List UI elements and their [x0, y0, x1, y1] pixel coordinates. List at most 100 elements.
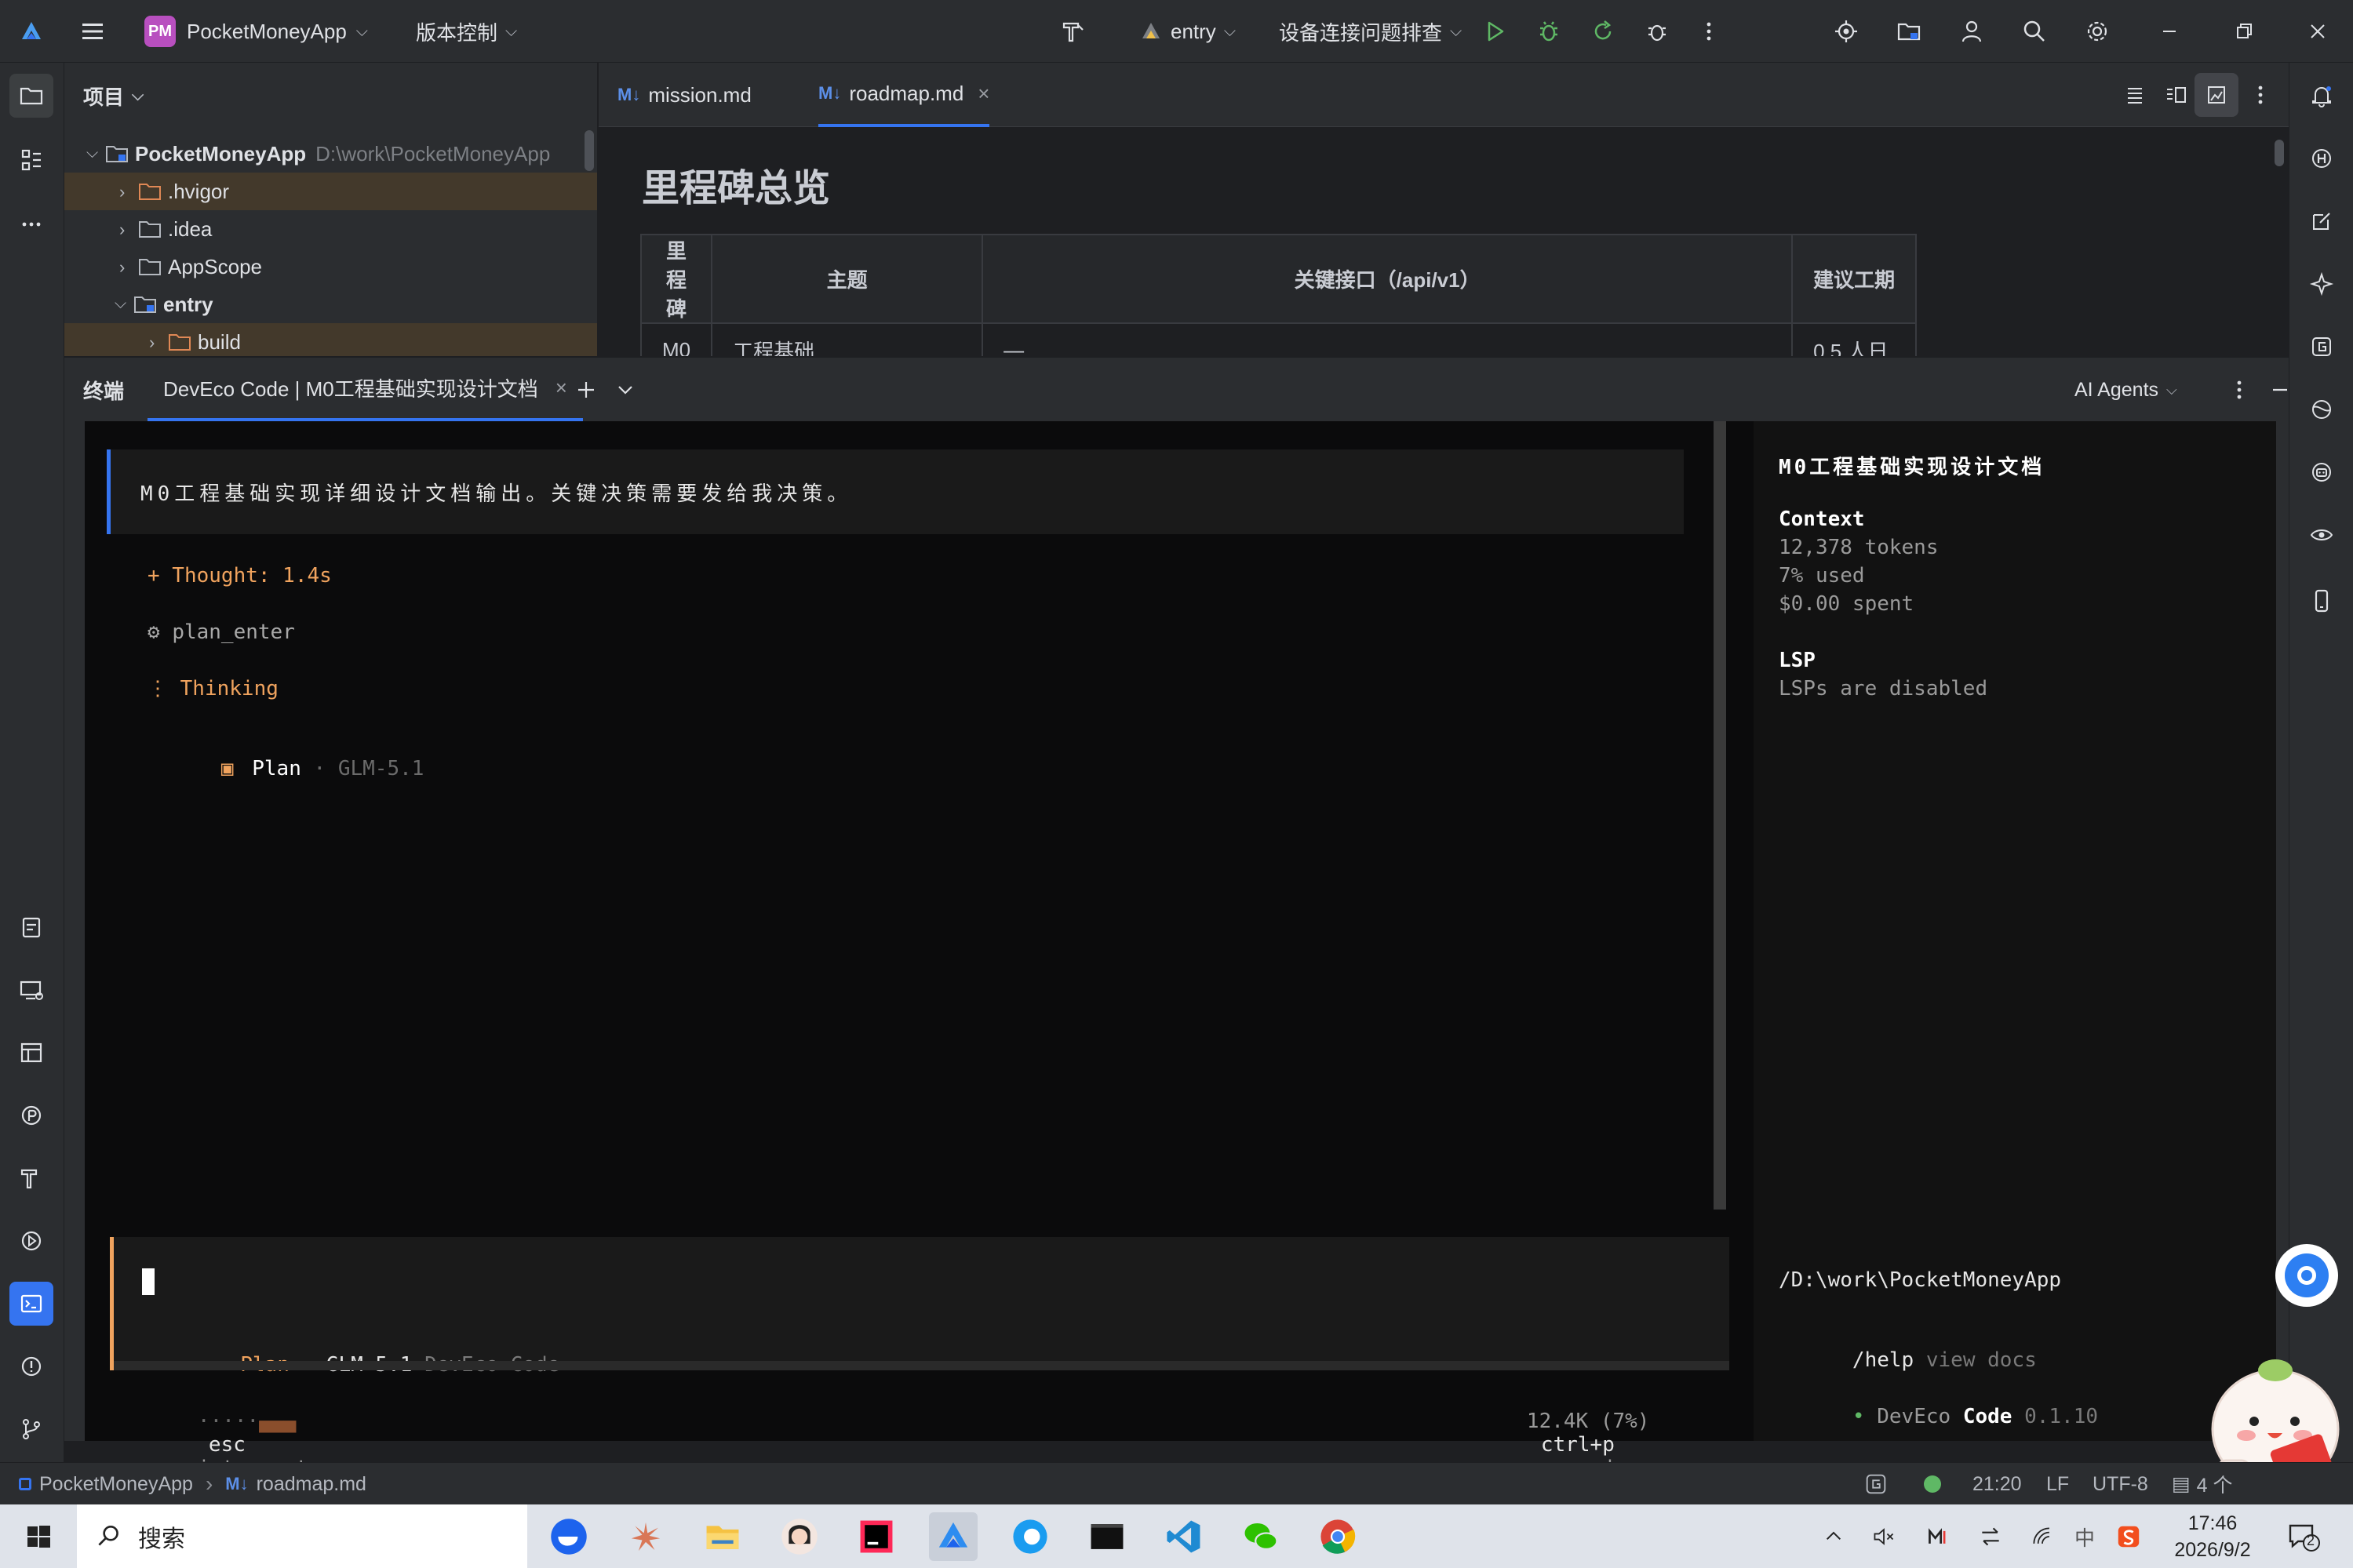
hammer-build-icon[interactable]: [1051, 9, 1095, 53]
terminal-tool-icon[interactable]: [9, 1282, 53, 1326]
tree-root-pocketmoneyapp[interactable]: ⌵ PocketMoneyApp D:\work\PocketMoneyApp: [64, 135, 597, 173]
device-manager-icon[interactable]: [1824, 9, 1868, 53]
tree-item-idea[interactable]: › .idea: [64, 210, 597, 248]
tray-sync-icon[interactable]: [1972, 1512, 2009, 1561]
build-tool-icon[interactable]: [9, 1156, 53, 1200]
debug-icon[interactable]: [1527, 9, 1571, 53]
ai-agents-selector[interactable]: AI Agents ⌵: [2074, 358, 2177, 422]
bot-assistant-icon[interactable]: [2300, 450, 2344, 494]
jetbrains-app-icon[interactable]: [852, 1512, 901, 1561]
tree-item-appscope[interactable]: › AppScope: [64, 248, 597, 286]
chrome-browser-icon[interactable]: [1313, 1512, 1362, 1561]
wechat-app-icon[interactable]: [1237, 1512, 1285, 1561]
network-icon[interactable]: [2024, 1512, 2060, 1561]
vscode-app-icon[interactable]: [1160, 1512, 1208, 1561]
split-view-icon[interactable]: [2154, 73, 2198, 117]
new-terminal-plus-icon[interactable]: [564, 368, 608, 412]
terminal-tab-deveco-code[interactable]: DevEco Code | M0工程基础实现设计文档 ×: [148, 358, 583, 422]
file-encoding[interactable]: UTF-8: [2093, 1463, 2148, 1505]
notification-center-icon[interactable]: 2: [2280, 1512, 2327, 1561]
eye-preview-icon[interactable]: [2300, 513, 2344, 557]
module-selector[interactable]: entry ⌵: [1139, 0, 1236, 63]
git-tool-icon[interactable]: [9, 1407, 53, 1451]
windows-start-icon[interactable]: [14, 1512, 63, 1561]
sogou-ime-icon[interactable]: [2111, 1512, 2147, 1561]
layout-tool-icon[interactable]: [9, 1031, 53, 1075]
deveco-studio-app-icon[interactable]: [929, 1512, 978, 1561]
docker-app-icon[interactable]: [545, 1512, 593, 1561]
terminal-scrollbar[interactable]: [1714, 421, 1726, 1210]
globe-icon[interactable]: [2300, 387, 2344, 431]
attach-debugger-icon[interactable]: [1635, 9, 1679, 53]
floating-assistant-button[interactable]: [2275, 1244, 2338, 1307]
tab-mission-md[interactable]: M↓ mission.md: [617, 63, 752, 127]
run-icon[interactable]: [1473, 9, 1517, 53]
settings-gear-icon[interactable]: [2075, 9, 2119, 53]
close-window-icon[interactable]: [2296, 9, 2340, 53]
file-explorer-icon[interactable]: [698, 1512, 747, 1561]
structure-tool-icon[interactable]: [9, 138, 53, 182]
table-header-cell: 主题: [711, 234, 984, 324]
project-switcher[interactable]: PM PocketMoneyApp ⌵: [144, 0, 368, 63]
tray-chevron-up-icon[interactable]: [1816, 1512, 1852, 1561]
profiler-tool-icon[interactable]: [9, 1093, 53, 1137]
device-selector[interactable]: 设备连接问题排查 ⌵: [1279, 0, 1462, 63]
todo-tool-icon[interactable]: [9, 905, 53, 949]
account-icon[interactable]: [1950, 9, 1994, 53]
search-icon[interactable]: [2012, 9, 2056, 53]
avatar-app-icon[interactable]: [775, 1512, 824, 1561]
edit-note-icon[interactable]: [2300, 199, 2344, 243]
more-vertical-icon[interactable]: [1687, 9, 1731, 53]
tree-item-hvigor[interactable]: › .hvigor: [64, 173, 597, 210]
version-prefix: DevEco: [1877, 1405, 1951, 1428]
run-tool-icon[interactable]: [9, 1219, 53, 1263]
terminal-dropdown-chevron-icon[interactable]: [603, 368, 647, 412]
terminal-more-icon[interactable]: [2217, 368, 2261, 412]
editor-more-icon[interactable]: [2238, 73, 2282, 117]
claude-app-icon[interactable]: [621, 1512, 670, 1561]
tray-app-m-icon[interactable]: [1921, 1512, 1957, 1561]
terminal-output[interactable]: M0工程基础实现详细设计文档输出。关键决策需要发给我决策。 + Thought:…: [85, 421, 1779, 1480]
preview-only-view-icon[interactable]: [2195, 73, 2238, 117]
indent-setting[interactable]: ▤ 4 个: [2172, 1463, 2232, 1505]
volume-muted-icon[interactable]: [1866, 1512, 1902, 1561]
tree-item-entry[interactable]: ⌵ entry: [64, 286, 597, 323]
preview-tool-icon[interactable]: [9, 968, 53, 1012]
caret-position[interactable]: 21:20: [1972, 1463, 2022, 1505]
taskbar-clock[interactable]: 17:46 2026/9/2: [2161, 1504, 2264, 1568]
more-tools-icon[interactable]: [9, 202, 53, 246]
restore-window-icon[interactable]: [2222, 9, 2266, 53]
project-tool-folder-icon[interactable]: [9, 74, 53, 118]
thought-line[interactable]: + Thought: 1.4s: [148, 564, 332, 588]
project-panel-header[interactable]: 项目 ⌵: [83, 82, 144, 111]
notifications-bell-icon[interactable]: [2300, 74, 2344, 118]
ai-status-g-icon[interactable]: [1863, 1463, 1889, 1505]
problems-tool-icon[interactable]: [9, 1344, 53, 1388]
minimize-window-icon[interactable]: [2147, 9, 2191, 53]
ai-sparkle-icon[interactable]: [2300, 262, 2344, 306]
project-panel-title: 项目: [83, 85, 125, 109]
hot-reload-icon[interactable]: [1581, 9, 1625, 53]
tree-item-build[interactable]: › build: [64, 323, 597, 356]
editor-only-view-icon[interactable]: [2113, 73, 2157, 117]
line-ending[interactable]: LF: [2046, 1463, 2069, 1505]
breadcrumb-project[interactable]: PocketMoneyApp: [39, 1473, 193, 1496]
close-tab-icon[interactable]: ×: [978, 82, 989, 106]
harmony-h-icon[interactable]: [2300, 136, 2344, 180]
context-used: 7% used: [1779, 564, 1865, 588]
gradle-g-icon[interactable]: [2300, 325, 2344, 369]
vcs-label: 版本控制: [416, 20, 498, 45]
main-menu-icon[interactable]: [71, 9, 115, 53]
breadcrumb-file[interactable]: roadmap.md: [257, 1473, 366, 1496]
edge-browser-icon[interactable]: [1006, 1512, 1054, 1561]
tab-roadmap-md[interactable]: M↓ roadmap.md ×: [818, 63, 990, 127]
terminal-app-icon[interactable]: [1083, 1512, 1131, 1561]
project-structure-icon[interactable]: [1887, 9, 1931, 53]
device-phone-icon[interactable]: [2300, 579, 2344, 623]
status-green-dot-icon[interactable]: [1924, 1463, 1941, 1505]
editor-scrollbar[interactable]: [2275, 140, 2284, 166]
vcs-menu[interactable]: 版本控制 ⌵: [416, 0, 517, 63]
taskbar-search-box[interactable]: 搜索: [77, 1504, 527, 1568]
chat-input-box[interactable]: Plan · GLM-5.1 DevEco Code: [110, 1237, 1729, 1377]
ime-indicator[interactable]: 中: [2067, 1512, 2103, 1561]
